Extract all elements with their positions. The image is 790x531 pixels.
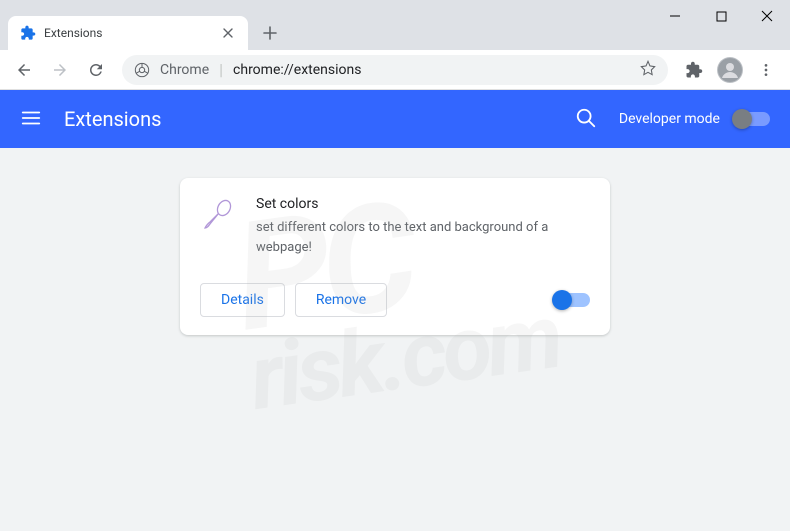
new-tab-button[interactable] bbox=[256, 19, 284, 47]
page-title: Extensions bbox=[64, 107, 575, 131]
browser-tab[interactable]: Extensions bbox=[8, 16, 248, 50]
tab-title: Extensions bbox=[44, 26, 212, 40]
extension-enable-toggle[interactable] bbox=[554, 293, 590, 307]
back-button[interactable] bbox=[8, 54, 40, 86]
extension-puzzle-icon bbox=[20, 25, 36, 41]
menu-dots-icon[interactable] bbox=[750, 54, 782, 86]
chrome-icon bbox=[134, 62, 150, 78]
hamburger-menu-icon[interactable] bbox=[20, 107, 44, 131]
bookmark-star-icon[interactable] bbox=[640, 60, 656, 80]
extensions-toolbar-icon[interactable] bbox=[678, 54, 710, 86]
omnibox-scheme-label: Chrome bbox=[160, 62, 209, 78]
maximize-button[interactable] bbox=[698, 0, 744, 32]
address-bar[interactable]: Chrome | chrome://extensions bbox=[122, 55, 668, 85]
minimize-button[interactable] bbox=[652, 0, 698, 32]
forward-button[interactable] bbox=[44, 54, 76, 86]
extension-name: Set colors bbox=[256, 196, 590, 212]
close-window-button[interactable] bbox=[744, 0, 790, 32]
remove-button[interactable]: Remove bbox=[295, 283, 387, 317]
details-button[interactable]: Details bbox=[200, 283, 285, 317]
omnibox-url: chrome://extensions bbox=[233, 62, 630, 78]
content-area: Set colors set different colors to the t… bbox=[0, 148, 790, 365]
browser-toolbar: Chrome | chrome://extensions bbox=[0, 50, 790, 90]
extensions-header: Extensions Developer mode bbox=[0, 90, 790, 148]
search-icon[interactable] bbox=[575, 107, 599, 131]
tab-strip: Extensions bbox=[0, 10, 790, 50]
omnibox-separator: | bbox=[219, 60, 223, 79]
extension-card: Set colors set different colors to the t… bbox=[180, 178, 610, 335]
profile-avatar[interactable] bbox=[714, 54, 746, 86]
extension-description: set different colors to the text and bac… bbox=[256, 218, 590, 257]
close-tab-icon[interactable] bbox=[220, 25, 236, 41]
reload-button[interactable] bbox=[80, 54, 112, 86]
developer-mode-label: Developer mode bbox=[619, 111, 720, 127]
paintbrush-icon bbox=[200, 198, 236, 234]
developer-mode-toggle[interactable] bbox=[734, 112, 770, 126]
